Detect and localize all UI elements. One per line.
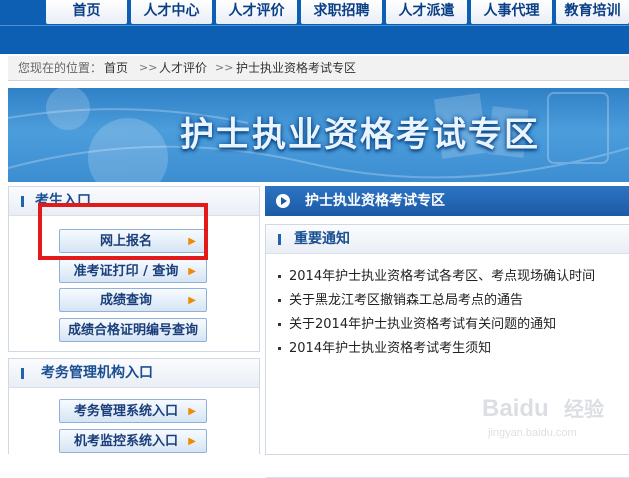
admin-entry-title: 考务管理机构入口 — [41, 365, 153, 381]
header-bar-icon — [278, 234, 281, 245]
breadcrumb-prefix: 您现在的位置： — [18, 61, 103, 75]
nav-item-talent-center[interactable]: 人才中心 — [131, 0, 212, 24]
triangle-right-icon: ▶ — [188, 266, 196, 277]
news-item[interactable]: 关于黑龙江考区撤销森工总局考点的通告 — [278, 292, 523, 310]
nav-item-job-recruitment[interactable]: 求职招聘 — [301, 0, 382, 24]
button-label: 成绩合格证明编号查询 — [67, 323, 198, 338]
button-label: 考务管理系统入口 — [73, 404, 178, 419]
watermark-url: jingyan.baidu.com — [487, 427, 577, 439]
watermark-brand: Baidu — [482, 395, 549, 422]
notice-header: 重要通知 — [266, 225, 629, 254]
baidu-watermark: Baidu 经验 jingyan.baidu.com — [482, 395, 604, 439]
button-label: 机考监控系统入口 — [73, 434, 178, 449]
play-circle-icon — [276, 194, 290, 208]
button-label: 成绩查询 — [99, 293, 152, 308]
header-bar-icon — [21, 368, 24, 379]
breadcrumb-separator: >> — [139, 61, 158, 74]
admin-entry-box: 考务管理机构入口 考务管理系统入口 ▶ 机考监控系统入口 ▶ — [8, 358, 260, 454]
triangle-right-icon: ▶ — [188, 436, 196, 447]
admin-entry-header: 考务管理机构入口 — [9, 359, 259, 388]
breadcrumb: 您现在的位置： 首页 >> 人才评价 >> 护士执业资格考试专区 — [8, 56, 629, 81]
news-item-text: 关于2014年护士执业资格考试有关问题的通知 — [289, 317, 557, 332]
triangle-right-icon: ▶ — [188, 295, 196, 306]
breadcrumb-current: 护士执业资格考试专区 — [236, 61, 357, 75]
breadcrumb-talent-evaluation-link[interactable]: 人才评价 — [159, 56, 207, 80]
news-item-text: 2014年护士执业资格考试考生须知 — [289, 341, 492, 356]
score-query-button[interactable]: 成绩查询 ▶ — [59, 288, 207, 312]
bullet-icon — [278, 347, 281, 350]
certificate-number-query-button[interactable]: 成绩合格证明编号查询 — [59, 318, 207, 342]
section-title: 护士执业资格考试专区 — [305, 193, 445, 209]
nav-item-talent-evaluation[interactable]: 人才评价 — [216, 0, 297, 24]
header-bar-icon — [21, 196, 24, 207]
banner-title: 护士执业资格考试专区 — [180, 115, 540, 155]
news-item[interactable]: 2014年护士执业资格考试各考区、考点现场确认时间 — [278, 268, 595, 286]
triangle-right-icon: ▶ — [188, 406, 196, 417]
watermark-text: 经验 — [564, 397, 604, 421]
notice-title: 重要通知 — [294, 231, 350, 247]
nav-item-home[interactable]: 首页 — [46, 0, 127, 24]
banner: 护士执业资格考试专区 — [8, 88, 629, 182]
breadcrumb-home-link[interactable]: 首页 — [104, 56, 128, 80]
exam-monitoring-system-button[interactable]: 机考监控系统入口 ▶ — [59, 429, 207, 453]
news-item[interactable]: 关于2014年护士执业资格考试有关问题的通知 — [278, 316, 556, 334]
highlight-box — [38, 203, 208, 260]
exam-management-system-button[interactable]: 考务管理系统入口 ▶ — [59, 399, 207, 423]
nav-item-hr-agency[interactable]: 人事代理 — [471, 0, 552, 24]
breadcrumb-separator: >> — [215, 61, 234, 74]
nav-item-education-training[interactable]: 教育培训 — [556, 0, 629, 24]
section-header: 护士执业资格考试专区 — [265, 186, 629, 216]
news-item-text: 关于黑龙江考区撤销森工总局考点的通告 — [289, 293, 524, 308]
button-label: 准考证打印 / 查询 — [73, 264, 179, 279]
bullet-icon — [278, 275, 281, 278]
bullet-icon — [278, 299, 281, 302]
nav-divider — [0, 25, 629, 26]
news-item[interactable]: 2014年护士执业资格考试考生须知 — [278, 340, 491, 358]
nav-item-talent-dispatch[interactable]: 人才派遣 — [386, 0, 467, 24]
admission-ticket-button[interactable]: 准考证打印 / 查询 ▶ — [59, 259, 207, 283]
top-nav-bar: 首页 人才中心 人才评价 求职招聘 人才派遣 人事代理 教育培训 — [0, 0, 629, 54]
news-item-text: 2014年护士执业资格考试各考区、考点现场确认时间 — [289, 269, 596, 284]
bullet-icon — [278, 323, 281, 326]
